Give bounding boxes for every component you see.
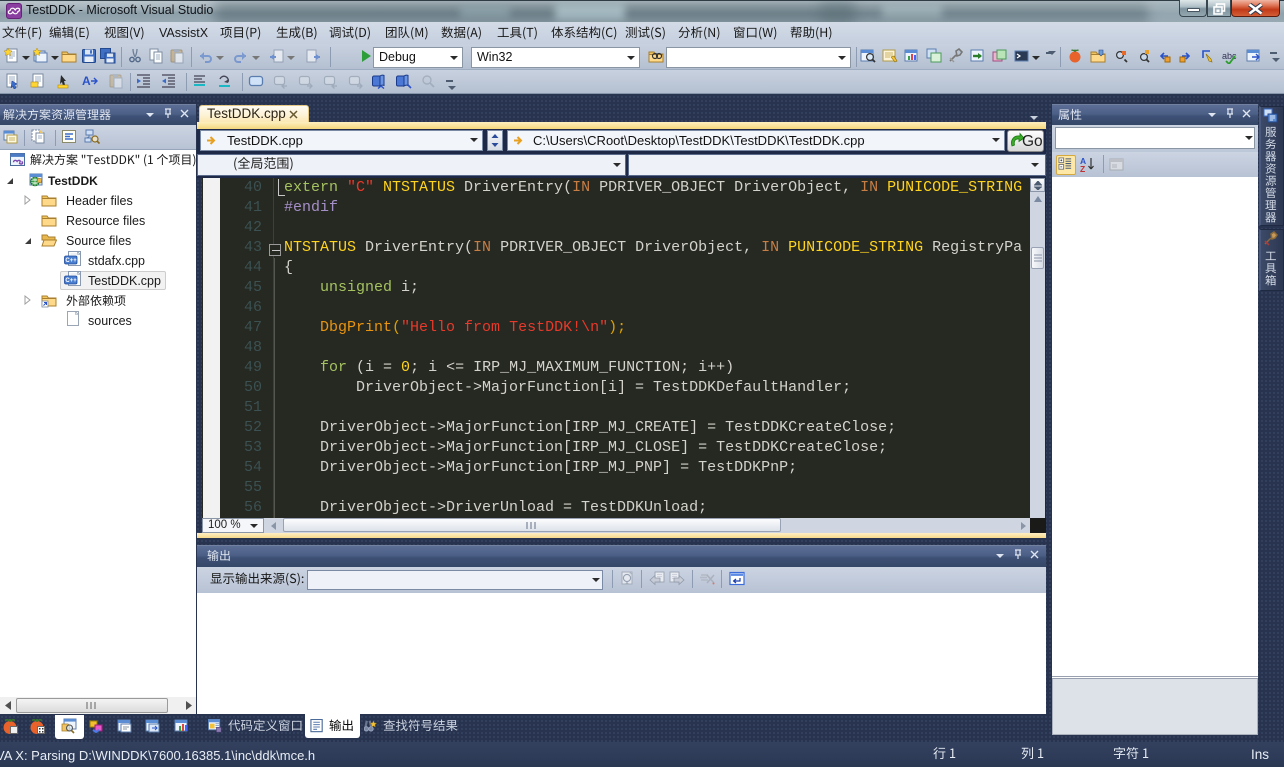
- svg-text:C++: C++: [65, 258, 77, 264]
- svg-text:Z: Z: [1080, 164, 1085, 172]
- svg-text:A: A: [82, 74, 91, 88]
- svg-text:C++: C++: [65, 278, 77, 284]
